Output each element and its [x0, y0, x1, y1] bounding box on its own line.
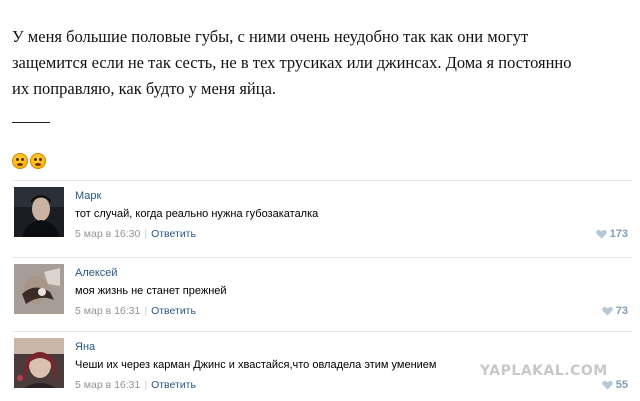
reply-link[interactable]: Ответить	[151, 228, 196, 240]
post-text-line: защемится если не так сесть, не в тех тр…	[12, 53, 572, 72]
comment-author[interactable]: Яна	[75, 341, 95, 353]
avatar[interactable]	[14, 338, 64, 388]
post-separator	[12, 122, 50, 123]
pouting-cat-icon	[30, 153, 46, 169]
avatar[interactable]	[14, 187, 64, 237]
reply-link[interactable]: Ответить	[151, 379, 196, 391]
heart-icon	[602, 380, 613, 390]
comment-divider	[12, 257, 632, 258]
comment-date[interactable]: 5 мар в 16:30	[75, 228, 140, 240]
post-text: У меня большие половые губы, с ними очен…	[12, 24, 627, 102]
crying-cat-icon	[12, 153, 28, 169]
comment-meta: 5 мар в 16:31 | Ответить	[75, 379, 196, 391]
meta-separator: |	[144, 305, 148, 317]
meta-separator: |	[144, 379, 148, 391]
like-button[interactable]: 173	[595, 228, 628, 240]
meta-separator: |	[144, 228, 148, 240]
comment-author[interactable]: Алексей	[75, 267, 118, 279]
watermark: YAPLAKAL.COM	[480, 363, 608, 379]
heart-icon	[595, 229, 607, 239]
comment-text: Чеши их через карман Джинс и хвастайся,ч…	[75, 359, 437, 371]
avatar[interactable]	[14, 264, 64, 314]
comment: Алексей моя жизнь не станет прежней 5 ма…	[12, 264, 632, 324]
comment-meta: 5 мар в 16:30 | Ответить	[75, 228, 196, 240]
like-button[interactable]: 55	[602, 379, 628, 391]
comment-date[interactable]: 5 мар в 16:31	[75, 379, 140, 391]
like-count: 73	[615, 305, 628, 317]
comment-divider	[12, 331, 632, 332]
comment-meta: 5 мар в 16:31 | Ответить	[75, 305, 196, 317]
comment-date[interactable]: 5 мар в 16:31	[75, 305, 140, 317]
comment-divider	[12, 180, 632, 181]
post-text-line: их поправляю, как будто у меня яйца.	[12, 79, 277, 98]
like-count: 55	[615, 379, 628, 391]
like-button[interactable]: 73	[602, 305, 628, 317]
emoji-row	[12, 153, 48, 171]
post-text-line: У меня большие половые губы, с ними очен…	[12, 27, 529, 46]
comment-text: тот случай, когда реально нужна губозака…	[75, 208, 319, 220]
like-count: 173	[609, 228, 628, 240]
comment-text: моя жизнь не станет прежней	[75, 285, 227, 297]
heart-icon	[602, 306, 613, 316]
comment: Марк тот случай, когда реально нужна губ…	[12, 187, 632, 247]
comment-author[interactable]: Марк	[75, 190, 101, 202]
reply-link[interactable]: Ответить	[151, 305, 196, 317]
